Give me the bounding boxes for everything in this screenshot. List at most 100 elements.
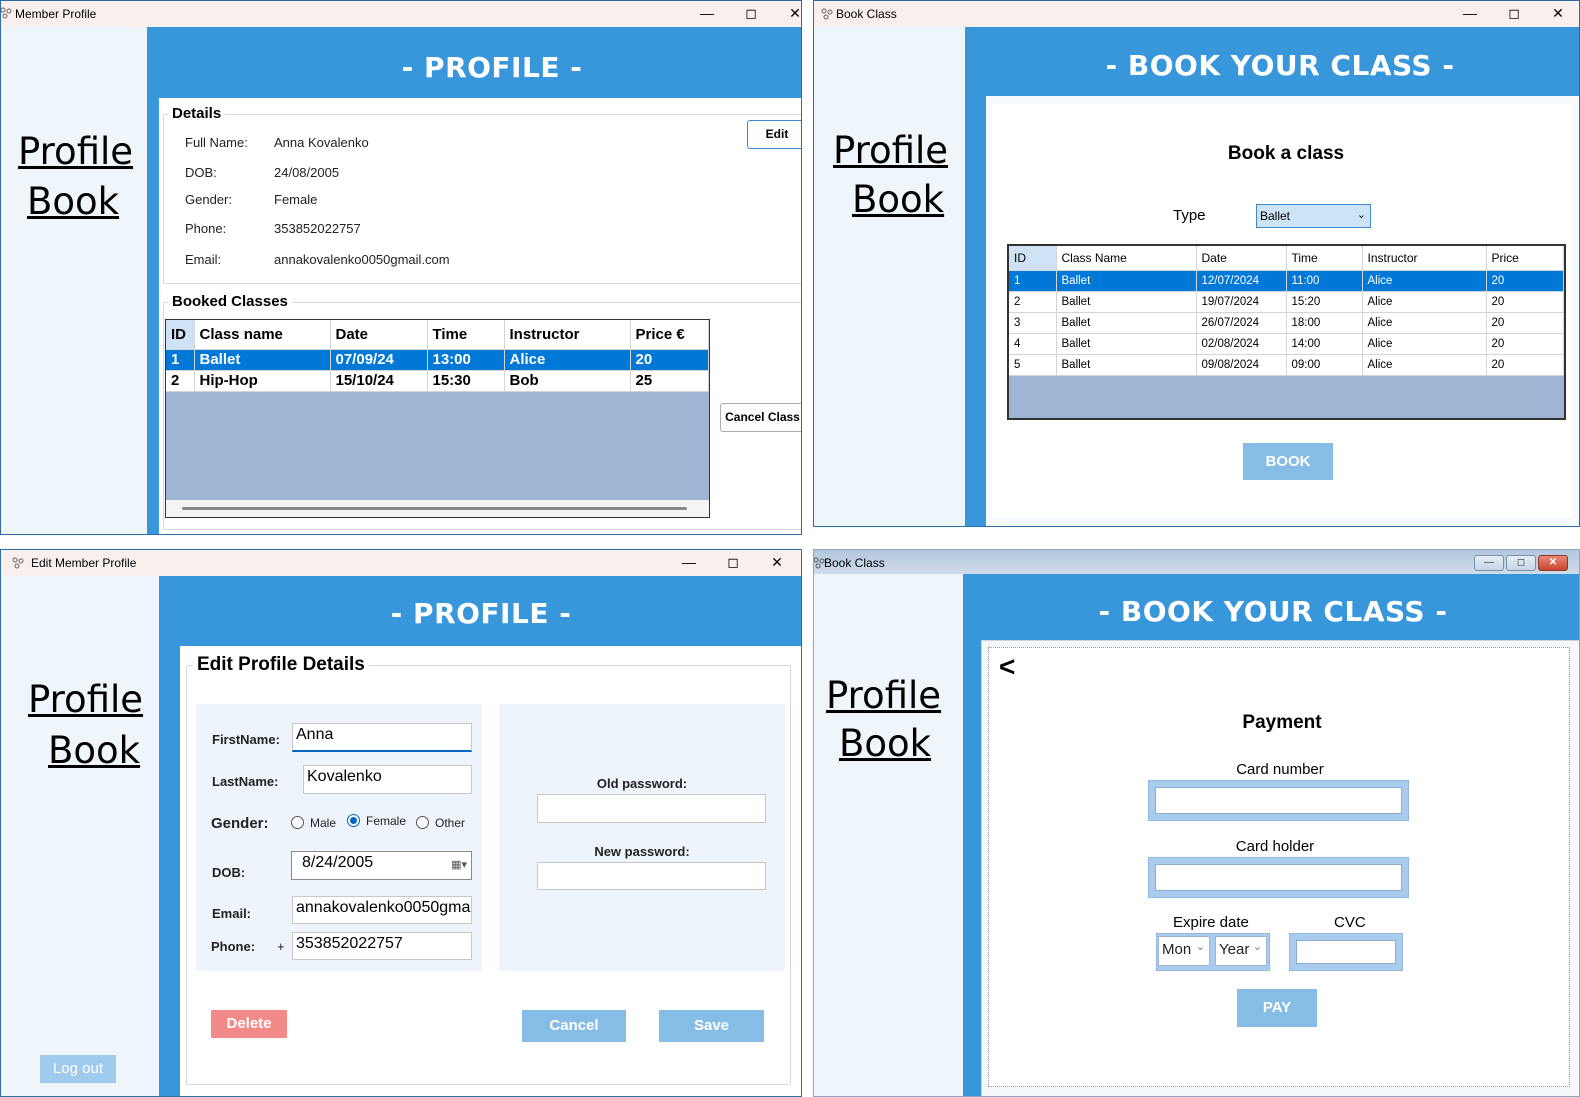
scrollbar-thumb[interactable] (182, 507, 687, 510)
nav-book-link[interactable]: Book (852, 178, 944, 221)
nav-book-link[interactable]: Book (27, 180, 119, 223)
horizontal-scrollbar[interactable] (166, 500, 709, 517)
column-header[interactable]: Date (330, 320, 428, 350)
column-header[interactable]: Time (1286, 246, 1363, 271)
table-row[interactable]: 5 Ballet 09/08/2024 09:00 Alice 20 (1009, 354, 1564, 376)
gender-other-radio[interactable] (416, 816, 429, 829)
pay-button[interactable]: PAY (1237, 989, 1317, 1027)
phone-value: 353852022757 (296, 935, 403, 952)
gender-female-radio[interactable] (347, 814, 360, 827)
delete-button[interactable]: Delete (211, 1010, 287, 1038)
chevron-down-icon: ⌄ (1356, 209, 1366, 221)
fullname-value: Anna Kovalenko (274, 135, 369, 150)
details-group: Details (163, 105, 801, 284)
back-icon[interactable]: < (999, 651, 1015, 683)
card-number-label: Card number (1236, 761, 1324, 778)
table-row[interactable]: 1 Ballet 12/07/2024 11:00 Alice 20 (1009, 270, 1564, 292)
cell: 20 (1486, 270, 1564, 292)
title-bar: Edit Member Profile — ◻ ✕ (1, 550, 801, 576)
nav-book-link[interactable]: Book (839, 722, 931, 765)
card-holder-input[interactable] (1148, 857, 1409, 898)
nav-profile-link[interactable]: Profile (28, 678, 143, 721)
column-header[interactable]: Class Name (1056, 246, 1197, 271)
logout-button[interactable]: Log out (40, 1055, 116, 1083)
column-header[interactable]: ID (166, 320, 195, 350)
payment-window: Book Class — ◻ ✕ Profile Book - BOOK YOU… (813, 549, 1580, 1097)
maximize-icon[interactable]: ◻ (729, 1, 773, 27)
column-header[interactable]: ID (1009, 246, 1057, 271)
minimize-icon[interactable]: — (685, 1, 729, 27)
nav-profile-link[interactable]: Profile (833, 129, 948, 172)
phone-input[interactable]: 353852022757 (292, 932, 472, 960)
cancel-class-button[interactable]: Cancel Class (720, 403, 801, 432)
cell: 20 (1486, 312, 1564, 334)
cell: Ballet (1056, 333, 1197, 355)
member-profile-window: Member Profile — ◻ ✕ Profile Book - PROF… (0, 0, 802, 535)
save-button[interactable]: Save (659, 1010, 764, 1042)
lastname-input[interactable]: Kovalenko (303, 765, 472, 794)
dob-datepicker[interactable]: 8/24/2005 ▦▾ (291, 851, 472, 880)
minimize-icon[interactable]: — (1448, 1, 1492, 27)
book-class-window: Book Class — ◻ ✕ Profile Book - BOOK YOU… (813, 0, 1580, 527)
close-icon[interactable]: ✕ (773, 1, 801, 27)
old-password-input[interactable] (537, 794, 766, 823)
type-select[interactable]: Ballet ⌄ (1256, 204, 1371, 228)
table-row[interactable]: 2 Hip-Hop 15/10/24 15:30 Bob 25 (166, 370, 709, 392)
section-title: Payment (1242, 712, 1322, 733)
title-bar: Book Class — ◻ ✕ (814, 1, 1579, 27)
card-holder-box[interactable] (1155, 864, 1402, 891)
month-select-value: Mon (1162, 941, 1192, 958)
minimize-icon[interactable]: — (667, 550, 711, 576)
email-value: annakovalenko0050gmai (296, 899, 472, 916)
edit-button[interactable]: Edit (747, 120, 801, 149)
new-password-input[interactable] (537, 862, 766, 890)
dob-value: 24/08/2005 (274, 165, 340, 180)
cancel-button[interactable]: Cancel (522, 1010, 626, 1042)
column-header[interactable]: Instructor (504, 320, 631, 350)
dob-value: 8/24/2005 (302, 854, 374, 871)
gender-label: Gender: (211, 815, 269, 832)
close-icon[interactable]: ✕ (755, 550, 799, 576)
calendar-icon[interactable]: ▦▾ (451, 858, 467, 871)
close-icon[interactable]: ✕ (1538, 555, 1568, 571)
column-header[interactable]: Date (1196, 246, 1287, 271)
cell: 2 (166, 370, 195, 392)
maximize-icon[interactable]: ◻ (1492, 1, 1536, 27)
cell: 18:00 (1286, 312, 1363, 334)
column-header[interactable]: Class name (194, 320, 331, 350)
cvc-box[interactable] (1296, 940, 1396, 964)
card-number-input[interactable] (1148, 780, 1409, 821)
column-header[interactable]: Price (1486, 246, 1564, 271)
content-panel: - BOOK YOUR CLASS - Book a class Type Ba… (965, 27, 1579, 526)
table-row[interactable]: 3 Ballet 26/07/2024 18:00 Alice 20 (1009, 312, 1564, 334)
book-button[interactable]: BOOK (1243, 443, 1333, 480)
old-password-label: Old password: (596, 776, 688, 791)
nav-book-link[interactable]: Book (48, 729, 140, 772)
details-legend: Details (168, 105, 226, 122)
maximize-icon[interactable]: ◻ (711, 550, 755, 576)
column-header[interactable]: Instructor (1362, 246, 1487, 271)
edit-panel: Edit Profile Details FirstName: Anna Las… (180, 646, 801, 1096)
minimize-icon[interactable]: — (1474, 555, 1504, 571)
close-icon[interactable]: ✕ (1536, 1, 1579, 27)
table-row[interactable]: 1 Ballet 07/09/24 13:00 Alice 20 (166, 349, 709, 371)
cell: Alice (1362, 291, 1487, 313)
column-header[interactable]: Price € (630, 320, 709, 350)
card-number-box[interactable] (1155, 787, 1402, 814)
email-input[interactable]: annakovalenko0050gmai (292, 896, 472, 924)
nav-profile-link[interactable]: Profile (826, 674, 941, 717)
month-select[interactable]: Mon ⌄ (1158, 936, 1210, 966)
gender-value: Female (274, 192, 318, 207)
table-row[interactable]: 4 Ballet 02/08/2024 14:00 Alice 20 (1009, 333, 1564, 355)
content-panel: - PROFILE - Edit Profile Details FirstNa… (159, 576, 801, 1096)
gender-male-radio[interactable] (291, 816, 304, 829)
email-value: annakovalenko0050gmail.com (274, 252, 450, 267)
nav-profile-link[interactable]: Profile (18, 130, 133, 173)
cvc-input[interactable] (1289, 933, 1403, 971)
column-header[interactable]: Time (427, 320, 505, 350)
maximize-icon[interactable]: ◻ (1506, 555, 1536, 571)
type-select-value: Ballet (1260, 209, 1291, 223)
table-row[interactable]: 2 Ballet 19/07/2024 15:20 Alice 20 (1009, 291, 1564, 313)
firstname-input[interactable]: Anna (292, 723, 472, 752)
year-select[interactable]: Year ⌄ (1215, 936, 1267, 966)
